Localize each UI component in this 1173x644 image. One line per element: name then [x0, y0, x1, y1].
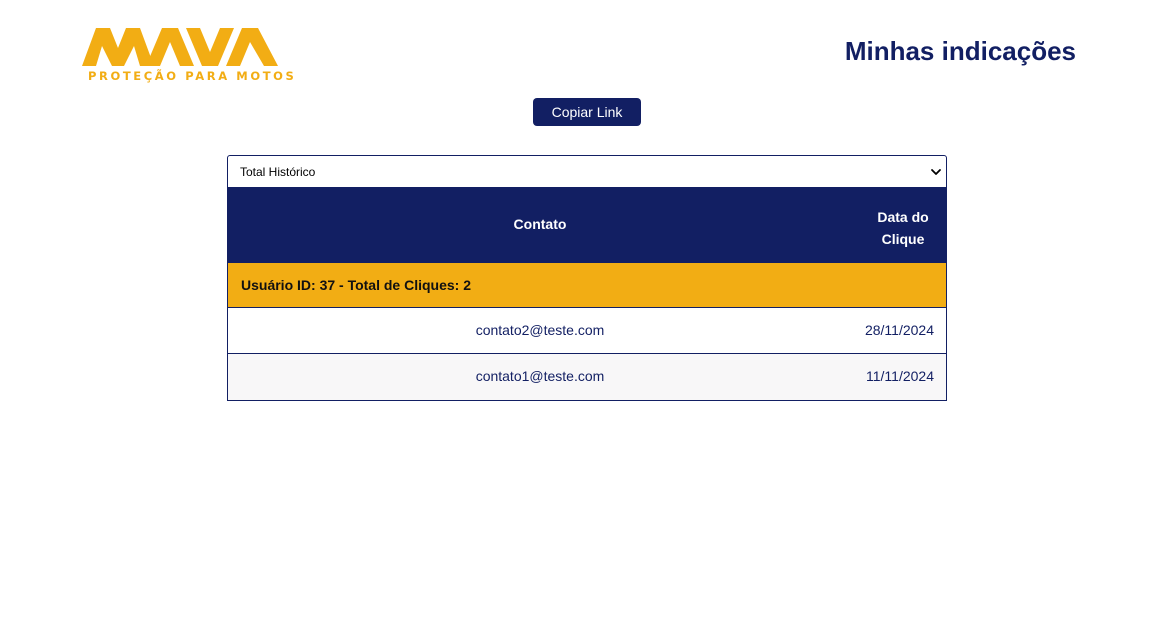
table-row: contato2@teste.com 28/11/2024	[228, 308, 946, 354]
brand-logo: PROTEÇÃO PARA MOTOS	[82, 24, 294, 84]
table-header: Contato Data do Clique	[228, 188, 946, 263]
click-date-cell: 28/11/2024	[864, 322, 934, 338]
contact-cell: contato1@teste.com	[475, 368, 605, 384]
user-group-row: Usuário ID: 37 - Total de Cliques: 2	[228, 263, 946, 308]
table-row: contato1@teste.com 11/11/2024	[228, 354, 946, 400]
contact-cell: contato2@teste.com	[475, 322, 605, 338]
period-filter-select[interactable]: Total Histórico	[227, 155, 947, 188]
copy-link-button[interactable]: Copiar Link	[533, 98, 641, 126]
chevron-down-icon	[931, 169, 941, 175]
column-header-contact: Contato	[513, 216, 567, 232]
column-header-click-date: Data do Clique	[877, 209, 929, 247]
page-title: Minhas indicações	[844, 36, 1076, 66]
user-group-label: Usuário ID: 37 - Total de Cliques: 2	[241, 277, 472, 293]
click-date-cell: 11/11/2024	[866, 368, 934, 384]
brand-logo-mark	[82, 28, 278, 66]
page: PROTEÇÃO PARA MOTOS Minhas indicações Co…	[0, 0, 1173, 644]
brand-tagline: PROTEÇÃO PARA MOTOS	[88, 69, 297, 83]
referrals-table: Contato Data do Clique Usuário ID: 37 - …	[227, 188, 947, 401]
period-filter-value: Total Histórico	[240, 165, 316, 179]
